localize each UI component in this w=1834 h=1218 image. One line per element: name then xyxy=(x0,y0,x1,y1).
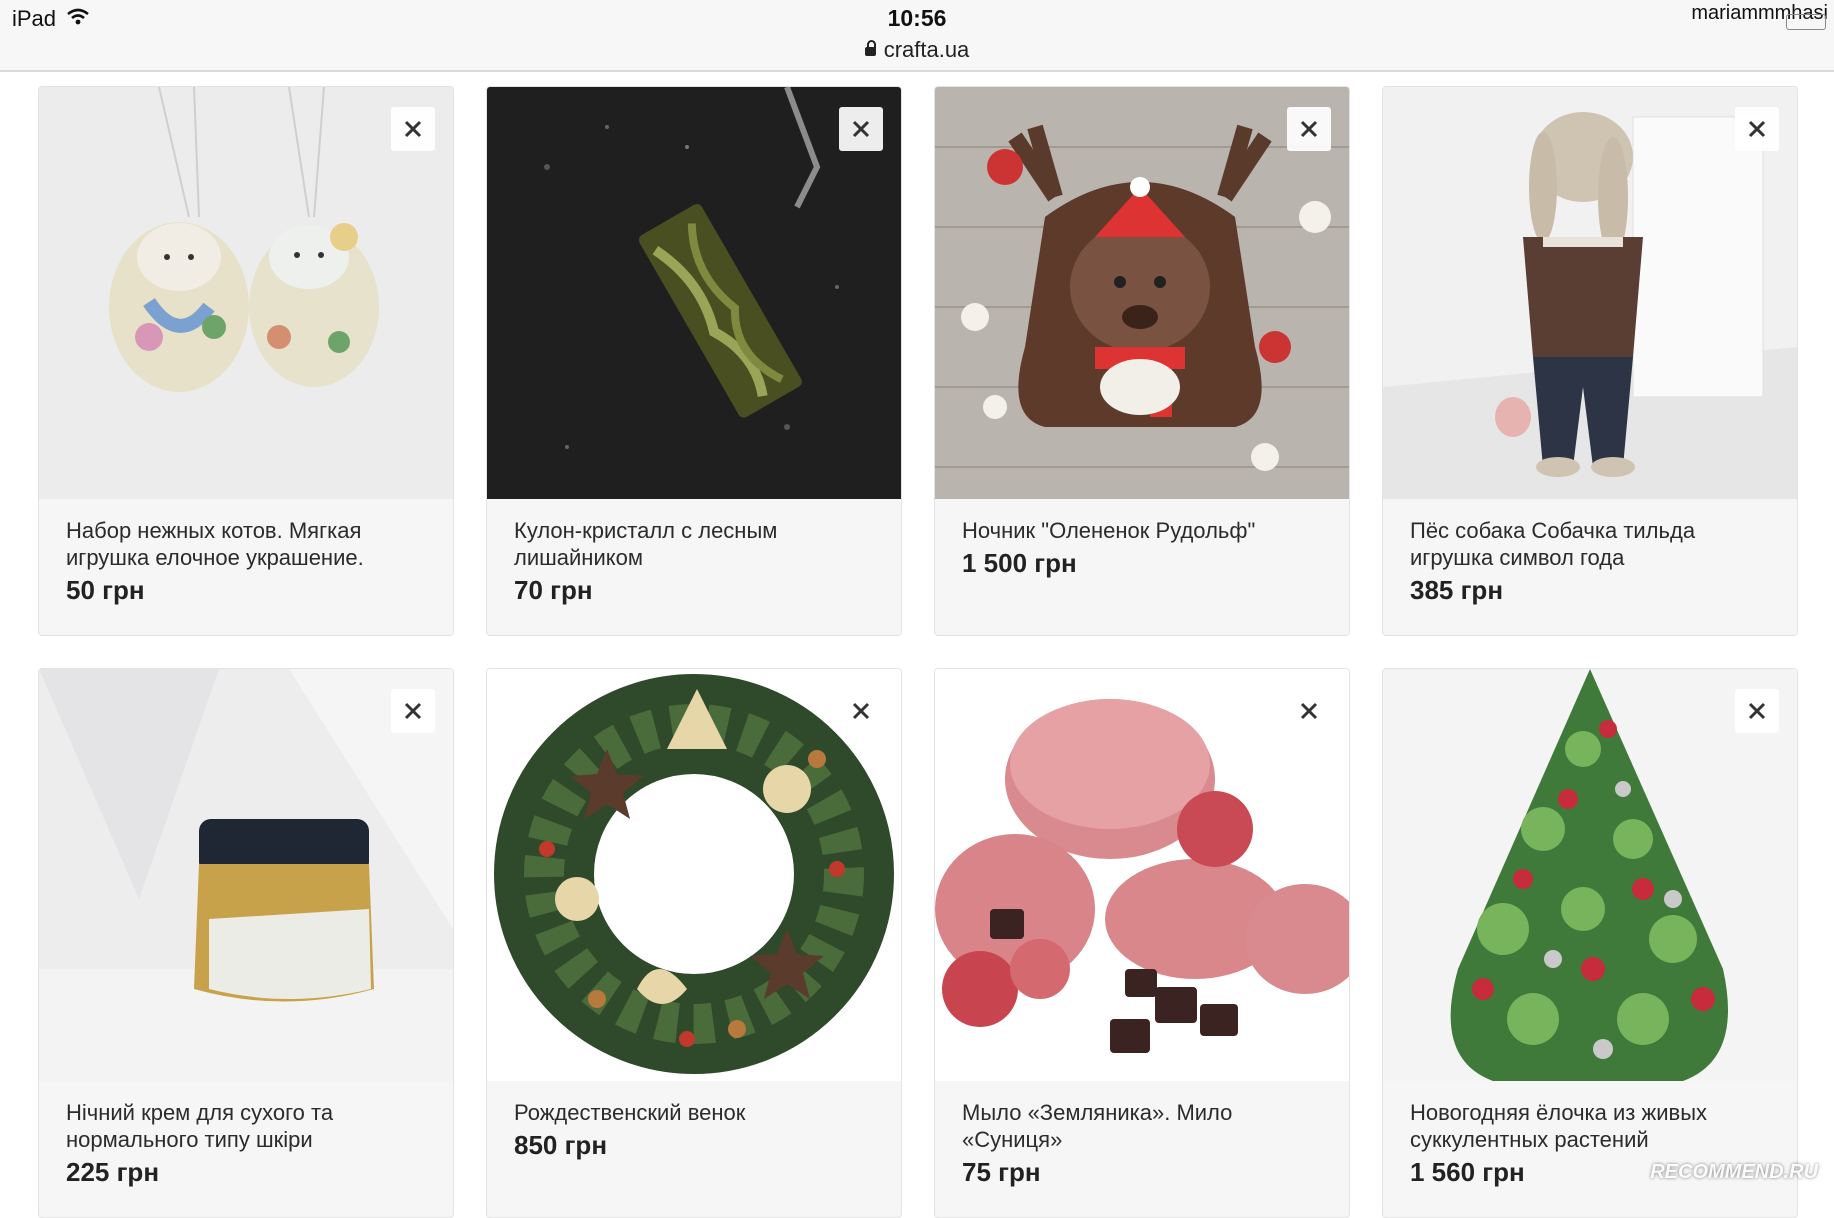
browser-top-bar: iPad 10:56 crafta.ua mariammmhasi xyxy=(0,0,1834,72)
remove-button[interactable] xyxy=(1735,689,1779,733)
close-icon xyxy=(404,120,422,138)
product-price: 70 грн xyxy=(514,575,593,605)
product-image[interactable] xyxy=(487,669,901,1081)
url-text: crafta.ua xyxy=(883,37,970,62)
product-title[interactable]: Ночник "Олененок Рудольф" xyxy=(962,517,1332,544)
address-bar[interactable]: crafta.ua xyxy=(0,37,1834,63)
product-card[interactable]: Набор нежных котов. Мягкая игрушка елочн… xyxy=(38,86,454,636)
product-info: Набор нежных котов. Мягкая игрушка елочн… xyxy=(66,517,436,606)
product-title[interactable]: Мыло «Земляника». Мило «Суниця» xyxy=(962,1099,1332,1153)
product-info: Мыло «Земляника». Мило «Суниця» 75 грн xyxy=(962,1099,1332,1188)
status-time: 10:56 xyxy=(887,5,947,31)
product-card[interactable]: Новогодняя ёлочка из живых суккулентных … xyxy=(1382,668,1798,1218)
remove-button[interactable] xyxy=(391,107,435,151)
product-title[interactable]: Рождественский венок xyxy=(514,1099,884,1126)
product-image[interactable] xyxy=(487,87,901,499)
remove-button[interactable] xyxy=(1287,689,1331,733)
product-card[interactable]: Ночник "Олененок Рудольф" 1 500 грн xyxy=(934,86,1350,636)
product-price: 50 грн xyxy=(66,575,145,605)
watermark: RECOMMEND.RU xyxy=(1650,1161,1818,1183)
close-icon xyxy=(852,702,870,720)
product-price: 75 грн xyxy=(962,1157,1041,1187)
battery-icon xyxy=(1786,14,1826,30)
lock-icon xyxy=(864,40,876,56)
product-info: Пёс собака Собачка тильда игрушка символ… xyxy=(1410,517,1780,606)
product-image[interactable] xyxy=(935,669,1349,1081)
product-title[interactable]: Набор нежных котов. Мягкая игрушка елочн… xyxy=(66,517,436,571)
close-icon xyxy=(1300,120,1318,138)
product-image[interactable] xyxy=(935,87,1349,499)
product-card[interactable]: Кулон-кристалл с лесным лишайником 70 гр… xyxy=(486,86,902,636)
close-icon xyxy=(1748,702,1766,720)
product-image[interactable] xyxy=(39,669,453,1081)
product-price: 385 грн xyxy=(1410,575,1504,605)
remove-button[interactable] xyxy=(839,107,883,151)
product-image[interactable] xyxy=(1383,87,1797,499)
product-info: Нічний крем для сухого та нормального ти… xyxy=(66,1099,436,1188)
product-info: Ночник "Олененок Рудольф" 1 500 грн xyxy=(962,517,1332,579)
product-price: 1 500 грн xyxy=(962,548,1077,578)
product-title[interactable]: Кулон-кристалл с лесным лишайником xyxy=(514,517,884,571)
product-title[interactable]: Пёс собака Собачка тильда игрушка символ… xyxy=(1410,517,1780,571)
product-price: 225 грн xyxy=(66,1157,160,1187)
close-icon xyxy=(852,120,870,138)
close-icon xyxy=(404,702,422,720)
close-icon xyxy=(1300,702,1318,720)
product-title[interactable]: Новогодняя ёлочка из живых суккулентных … xyxy=(1410,1099,1780,1153)
remove-button[interactable] xyxy=(1287,107,1331,151)
product-image[interactable] xyxy=(39,87,453,499)
product-price: 850 грн xyxy=(514,1130,608,1160)
product-card[interactable]: Нічний крем для сухого та нормального ти… xyxy=(38,668,454,1218)
product-card[interactable]: Мыло «Земляника». Мило «Суниця» 75 грн xyxy=(934,668,1350,1218)
product-card[interactable]: Рождественский венок 850 грн xyxy=(486,668,902,1218)
remove-button[interactable] xyxy=(1735,107,1779,151)
close-icon xyxy=(1748,120,1766,138)
product-card[interactable]: Пёс собака Собачка тильда игрушка символ… xyxy=(1382,86,1798,636)
product-info: Рождественский венок 850 грн xyxy=(514,1099,884,1161)
remove-button[interactable] xyxy=(839,689,883,733)
product-image[interactable] xyxy=(1383,669,1797,1081)
product-info: Кулон-кристалл с лесным лишайником 70 гр… xyxy=(514,517,884,606)
remove-button[interactable] xyxy=(391,689,435,733)
product-title[interactable]: Нічний крем для сухого та нормального ти… xyxy=(66,1099,436,1153)
